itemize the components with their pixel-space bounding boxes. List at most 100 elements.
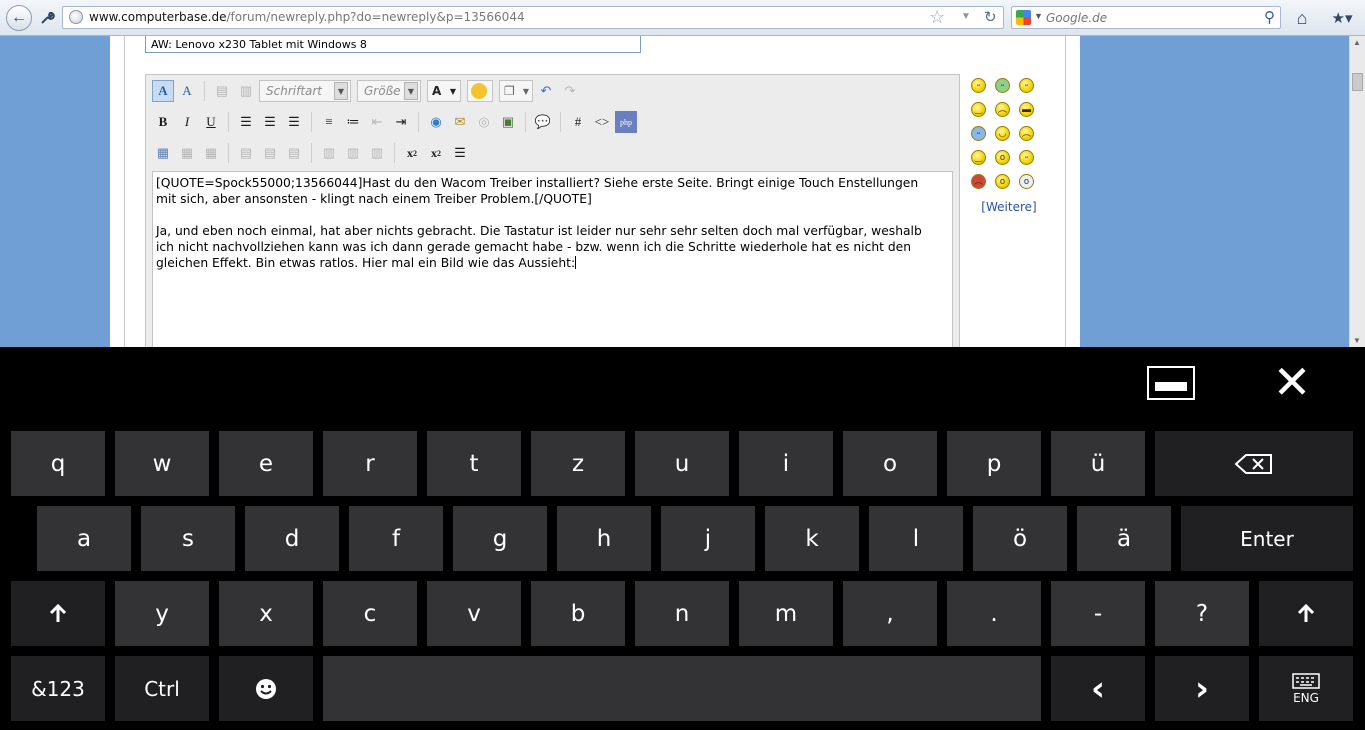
title-field[interactable] bbox=[145, 36, 641, 53]
numbers-key[interactable]: &123 bbox=[11, 656, 105, 721]
unlink-icon[interactable]: ◎ bbox=[473, 111, 495, 133]
hash-tag-icon[interactable]: # bbox=[567, 111, 589, 133]
link-icon[interactable]: ◉ bbox=[425, 111, 447, 133]
superscript-icon[interactable]: x2 bbox=[425, 142, 447, 164]
table-col-after-icon[interactable]: ▥ bbox=[342, 142, 364, 164]
horizontal-rule-icon[interactable]: ☰ bbox=[449, 142, 471, 164]
key-j[interactable]: j bbox=[661, 506, 755, 571]
table-col-before-icon[interactable]: ▥ bbox=[318, 142, 340, 164]
key-m[interactable]: m bbox=[739, 581, 833, 646]
unordered-list-icon[interactable]: ≔ bbox=[342, 111, 364, 133]
close-icon[interactable]: ✕ bbox=[1270, 357, 1314, 407]
arrow-right-key[interactable]: › bbox=[1155, 656, 1249, 721]
grin-icon[interactable]: ᵕ bbox=[995, 78, 1010, 93]
table-delete-row-icon[interactable]: ▦ bbox=[200, 142, 222, 164]
key-a[interactable]: a bbox=[37, 506, 131, 571]
emoji-key[interactable] bbox=[219, 656, 313, 721]
key-oe[interactable]: ö bbox=[973, 506, 1067, 571]
chevron-down-icon[interactable]: ▼ bbox=[1034, 11, 1043, 21]
redo-icon[interactable]: ↷ bbox=[559, 80, 581, 102]
paste-icon[interactable]: ▥ bbox=[235, 80, 257, 102]
shocked-icon[interactable]: o bbox=[1019, 174, 1034, 189]
surprised-icon[interactable]: o bbox=[995, 174, 1010, 189]
key-z[interactable]: z bbox=[531, 431, 625, 496]
key-hyphen[interactable]: - bbox=[1051, 581, 1145, 646]
key-n[interactable]: n bbox=[635, 581, 729, 646]
space-key[interactable] bbox=[323, 656, 1041, 721]
undo-icon[interactable]: ↶ bbox=[535, 80, 557, 102]
italic-icon[interactable]: I bbox=[176, 111, 198, 133]
key-k[interactable]: k bbox=[765, 506, 859, 571]
smile-icon[interactable]: ᵕ bbox=[971, 78, 986, 93]
sad-icon[interactable]: ︵ bbox=[1019, 126, 1034, 141]
quote-icon[interactable]: 💬 bbox=[532, 111, 554, 133]
scroll-up-icon[interactable]: ▲ bbox=[1353, 38, 1361, 47]
key-c[interactable]: c bbox=[323, 581, 417, 646]
align-left-icon[interactable]: ☰ bbox=[235, 111, 257, 133]
mad-icon[interactable]: ︵ bbox=[971, 174, 986, 189]
key-l[interactable]: l bbox=[869, 506, 963, 571]
key-p[interactable]: p bbox=[947, 431, 1041, 496]
key-r[interactable]: r bbox=[323, 431, 417, 496]
align-center-icon[interactable]: ☰ bbox=[259, 111, 281, 133]
key-ue[interactable]: ü bbox=[1051, 431, 1145, 496]
key-u[interactable]: u bbox=[635, 431, 729, 496]
table-remove-col-icon[interactable]: ▥ bbox=[366, 142, 388, 164]
search-icon[interactable]: ⚲ bbox=[1264, 8, 1275, 26]
cool-icon[interactable]: ▬ bbox=[1019, 102, 1034, 117]
key-v[interactable]: v bbox=[427, 581, 521, 646]
table-icon[interactable]: ▦ bbox=[152, 142, 174, 164]
address-bar[interactable]: www.computerbase.de/forum/newreply.php?d… bbox=[62, 6, 1004, 29]
bold-icon[interactable]: B bbox=[152, 111, 174, 133]
key-t[interactable]: t bbox=[427, 431, 521, 496]
chevron-down-icon[interactable]: ▼ bbox=[961, 11, 971, 22]
key-g[interactable]: g bbox=[453, 506, 547, 571]
key-x[interactable]: x bbox=[219, 581, 313, 646]
reload-icon[interactable]: ↻ bbox=[984, 8, 997, 26]
email-icon[interactable]: ✉ bbox=[449, 111, 471, 133]
wrench-icon[interactable] bbox=[34, 5, 60, 31]
url-text[interactable]: www.computerbase.de/forum/newreply.php?d… bbox=[89, 10, 525, 24]
bookmark-star-icon[interactable]: ☆ bbox=[929, 7, 945, 28]
copy-icon[interactable]: ▤ bbox=[211, 80, 233, 102]
outdent-icon[interactable]: ⇤ bbox=[366, 111, 388, 133]
align-right-icon[interactable]: ☰ bbox=[283, 111, 305, 133]
subscript-icon[interactable]: x2 bbox=[401, 142, 423, 164]
page-scrollbar[interactable]: ▲ ▼ bbox=[1349, 36, 1365, 347]
smiley-picker-icon[interactable] bbox=[467, 80, 493, 102]
wink-icon[interactable]: ᵕ bbox=[1019, 78, 1034, 93]
key-period[interactable]: . bbox=[947, 581, 1041, 646]
code-icon[interactable]: <> bbox=[591, 111, 613, 133]
backspace-key[interactable] bbox=[1155, 431, 1353, 496]
devil-icon[interactable]: ᵕ bbox=[1019, 150, 1034, 165]
key-y[interactable]: y bbox=[115, 581, 209, 646]
ctrl-key[interactable]: Ctrl bbox=[115, 656, 209, 721]
bookmarks-menu-icon[interactable]: ★▾ bbox=[1325, 5, 1359, 31]
table-remove-row-icon[interactable]: ▤ bbox=[283, 142, 305, 164]
indent-icon[interactable]: ⇥ bbox=[390, 111, 412, 133]
shift-key-left[interactable] bbox=[11, 581, 105, 646]
wysiwyg-mode-icon[interactable]: A bbox=[152, 80, 174, 102]
arrow-left-key[interactable]: ‹ bbox=[1051, 656, 1145, 721]
underline-icon[interactable]: U bbox=[200, 111, 222, 133]
key-q[interactable]: q bbox=[11, 431, 105, 496]
dock-keyboard-icon[interactable] bbox=[1147, 366, 1195, 400]
source-mode-icon[interactable]: A bbox=[176, 80, 198, 102]
key-w[interactable]: w bbox=[115, 431, 209, 496]
key-question[interactable]: ? bbox=[1155, 581, 1249, 646]
search-input[interactable] bbox=[1046, 9, 1256, 26]
font-select[interactable]: Schriftart ▼ bbox=[259, 80, 351, 102]
frown-icon[interactable]: ︵ bbox=[995, 102, 1010, 117]
google-logo-icon[interactable] bbox=[1016, 10, 1031, 25]
size-select[interactable]: Größe ▼ bbox=[357, 80, 421, 102]
scroll-down-icon[interactable]: ▼ bbox=[1353, 336, 1361, 345]
attachment-icon[interactable]: ❐ ▼ bbox=[499, 80, 533, 102]
key-comma[interactable]: , bbox=[843, 581, 937, 646]
font-color-button[interactable]: A ▼ bbox=[427, 80, 461, 102]
more-smilies-link[interactable]: [Weitere] bbox=[971, 200, 1047, 214]
key-f[interactable]: f bbox=[349, 506, 443, 571]
php-code-icon[interactable]: php bbox=[615, 111, 637, 133]
eek-icon[interactable]: o bbox=[995, 150, 1010, 165]
image-icon[interactable]: ▣ bbox=[497, 111, 519, 133]
table-row-below-icon[interactable]: ▤ bbox=[259, 142, 281, 164]
